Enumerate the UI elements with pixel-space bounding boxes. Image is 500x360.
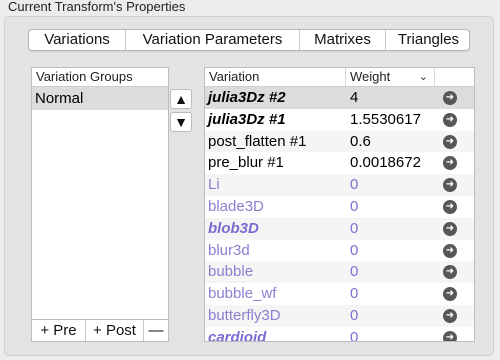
- variation-name: blob3D: [208, 219, 259, 237]
- variation-weight[interactable]: 0: [346, 327, 435, 341]
- variation-groups-list[interactable]: Variation Groups Normal + Pre + Post —: [31, 67, 169, 342]
- variation-action-cell: ➜: [435, 240, 474, 262]
- variation-action-cell: ➜: [435, 109, 474, 131]
- variation-action-cell: ➜: [435, 327, 474, 341]
- variation-name: julia3Dz #1: [208, 110, 286, 128]
- variation-weight[interactable]: 0.0018672: [346, 152, 435, 174]
- variation-weight[interactable]: 0: [346, 283, 435, 305]
- arrow-right-circle-icon[interactable]: ➜: [443, 265, 457, 280]
- variation-groups-header[interactable]: Variation Groups: [32, 68, 168, 87]
- chevron-down-icon: ⌄: [418, 71, 428, 83]
- variation-action-cell: ➜: [435, 174, 474, 196]
- variation-action-cell: ➜: [435, 196, 474, 218]
- remove-group-button[interactable]: —: [144, 320, 168, 341]
- variation-row[interactable]: julia3Dz #2 4 ➜: [205, 87, 474, 109]
- variation-action-cell: ➜: [435, 261, 474, 283]
- variation-name: cardioid: [208, 328, 267, 342]
- arrow-right-circle-icon[interactable]: ➜: [443, 287, 457, 302]
- variation-action-cell: ➜: [435, 87, 474, 109]
- arrow-right-circle-icon[interactable]: ➜: [443, 199, 457, 214]
- variation-row[interactable]: post_flatten #1 0.6 ➜: [205, 130, 474, 153]
- triangle-up-icon: ▲: [174, 91, 188, 107]
- triangle-down-icon: ▼: [174, 114, 188, 130]
- add-post-button[interactable]: + Post: [86, 320, 144, 341]
- column-header-weight-label: Weight: [350, 69, 391, 84]
- arrow-right-circle-icon[interactable]: ➜: [443, 243, 457, 258]
- column-header-weight[interactable]: Weight ⌄: [346, 68, 435, 86]
- variation-name: julia3Dz #2: [208, 89, 286, 106]
- variation-group-item[interactable]: Normal: [32, 87, 168, 110]
- variation-name: butterfly3D: [208, 306, 281, 324]
- groups-footer: + Pre + Post —: [32, 319, 168, 341]
- scrollbar-track[interactable]: [475, 67, 479, 342]
- variation-row[interactable]: pre_blur #1 0.0018672 ➜: [205, 152, 474, 174]
- variation-row[interactable]: butterfly3D 0 ➜: [205, 304, 474, 327]
- arrow-right-circle-icon[interactable]: ➜: [443, 91, 457, 105]
- variation-weight[interactable]: 0: [346, 174, 435, 196]
- variation-name: blur3d: [208, 241, 250, 259]
- tab-triangles[interactable]: Triangles: [385, 30, 469, 50]
- variation-name: blade3D: [208, 197, 264, 215]
- variation-row[interactable]: blade3D 0 ➜: [205, 196, 474, 218]
- move-up-button[interactable]: ▲: [170, 89, 192, 109]
- variation-weight[interactable]: 4: [346, 87, 435, 109]
- variation-row[interactable]: blob3D 0 ➜: [205, 217, 474, 240]
- column-header-variation[interactable]: Variation: [205, 68, 346, 86]
- variations-rows: julia3Dz #2 4 ➜ julia3Dz #1 1.5530617 ➜ post_f…: [205, 87, 474, 342]
- arrow-right-circle-icon[interactable]: ➜: [443, 178, 457, 193]
- variations-table-header: Variation Weight ⌄: [205, 68, 474, 87]
- variation-weight[interactable]: 0: [346, 305, 435, 327]
- variation-weight[interactable]: 0: [346, 261, 435, 283]
- arrow-right-circle-icon[interactable]: ➜: [443, 134, 457, 149]
- variation-action-cell: ➜: [435, 283, 474, 305]
- move-down-button[interactable]: ▼: [170, 112, 192, 132]
- arrow-right-circle-icon[interactable]: ➜: [443, 156, 457, 171]
- column-header-action: [435, 68, 474, 86]
- variations-table[interactable]: Variation Weight ⌄ julia3Dz #2 4 ➜ julia3Dz…: [204, 67, 475, 342]
- tab-variations[interactable]: Variations: [29, 30, 125, 50]
- tab-variation-parameters[interactable]: Variation Parameters: [125, 30, 299, 50]
- variation-weight[interactable]: 0: [346, 218, 435, 240]
- arrow-right-circle-icon[interactable]: ➜: [443, 112, 457, 127]
- variation-weight[interactable]: 0: [346, 196, 435, 218]
- variation-row[interactable]: cardioid 0 ➜: [205, 327, 474, 342]
- variation-weight[interactable]: 0.6: [346, 131, 435, 153]
- tab-matrixes[interactable]: Matrixes: [299, 30, 385, 50]
- variation-name: bubble: [208, 263, 254, 281]
- variation-row[interactable]: bubble_wf 0 ➜: [205, 283, 474, 305]
- variation-name: bubble_wf: [208, 285, 277, 303]
- panel-title: Current Transform's Properties: [8, 0, 186, 14]
- add-pre-button[interactable]: + Pre: [32, 320, 86, 341]
- variation-name: post_flatten #1: [208, 132, 307, 150]
- variation-weight[interactable]: 1.5530617: [346, 109, 435, 131]
- variation-action-cell: ➜: [435, 218, 474, 240]
- arrow-right-circle-icon[interactable]: ➜: [443, 221, 457, 236]
- variation-weight[interactable]: 0: [346, 240, 435, 262]
- variation-action-cell: ➜: [435, 152, 474, 174]
- variation-row[interactable]: julia3Dz #1 1.5530617 ➜: [205, 109, 474, 131]
- variation-row[interactable]: Li 0 ➜: [205, 174, 474, 196]
- arrow-right-circle-icon[interactable]: ➜: [443, 308, 457, 323]
- variation-name: pre_blur #1: [208, 154, 284, 172]
- variation-name: Li: [208, 176, 220, 194]
- arrow-right-circle-icon[interactable]: ➜: [443, 330, 457, 341]
- variation-action-cell: ➜: [435, 131, 474, 153]
- tab-bar: Variations Variation Parameters Matrixes…: [28, 29, 470, 51]
- variation-row[interactable]: bubble 0 ➜: [205, 261, 474, 284]
- variation-row[interactable]: blur3d 0 ➜: [205, 240, 474, 262]
- variation-action-cell: ➜: [435, 305, 474, 327]
